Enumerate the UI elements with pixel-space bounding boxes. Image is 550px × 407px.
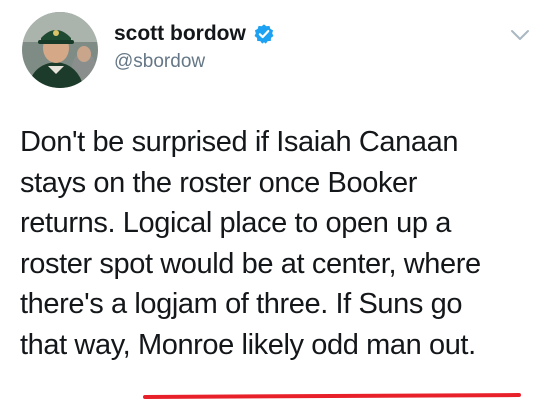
- author-handle[interactable]: @sbordow: [114, 51, 205, 73]
- display-name-text: scott bordow: [114, 22, 246, 45]
- tweet-text-line: that way, Monroe likely odd man out.: [20, 328, 476, 361]
- tweet-text-line: stays on the roster once Booker: [20, 166, 418, 199]
- tweet-text: Don't be surprised if Isaiah Canaan stay…: [20, 122, 542, 365]
- author-display-name[interactable]: scott bordow: [114, 22, 275, 46]
- chevron-down-icon[interactable]: [509, 28, 531, 42]
- tweet-text-line: returns. Logical place to open up a: [20, 207, 451, 239]
- author-avatar[interactable]: [22, 12, 98, 88]
- tweet-text-line: there's a logjam of three. If Suns go: [20, 288, 463, 320]
- verified-badge-icon: [253, 23, 275, 45]
- red-underline-annotation: [142, 393, 522, 399]
- tweet-text-line: roster spot would be at center, where: [20, 247, 481, 280]
- tweet-text-line: Don't be surprised if Isaiah Canaan: [20, 126, 459, 158]
- tweet-card: scott bordow @sbordow Don't be surprised…: [0, 0, 550, 407]
